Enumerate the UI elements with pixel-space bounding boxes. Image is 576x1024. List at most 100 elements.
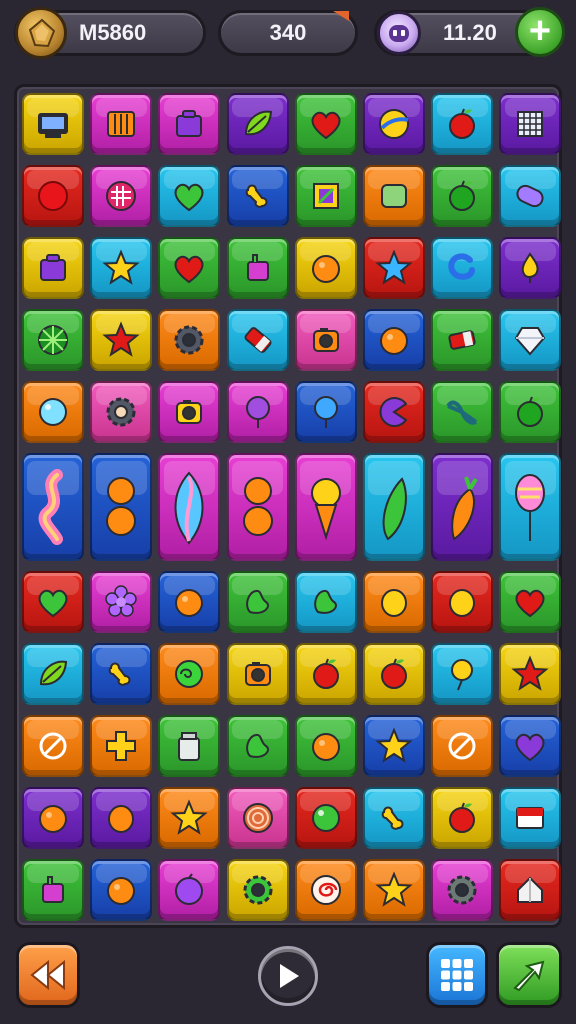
tile-bag[interactable] bbox=[226, 237, 289, 299]
tile-eraser[interactable] bbox=[226, 309, 289, 371]
tile-house[interactable] bbox=[499, 859, 562, 921]
play-button[interactable] bbox=[258, 946, 318, 1006]
tile-carrot[interactable] bbox=[431, 453, 494, 561]
tile-bone[interactable] bbox=[90, 643, 153, 705]
tile-box[interactable] bbox=[158, 93, 221, 155]
tile-apple[interactable] bbox=[294, 643, 357, 705]
tile-gem[interactable] bbox=[499, 309, 562, 371]
tile-leaf-tall[interactable] bbox=[158, 453, 221, 561]
tile-bubble[interactable] bbox=[294, 787, 357, 849]
tile-apple[interactable] bbox=[363, 643, 425, 705]
orange-icon bbox=[311, 733, 340, 761]
tile-apple[interactable] bbox=[431, 165, 494, 227]
next-button[interactable] bbox=[496, 942, 562, 1008]
tile-orange[interactable] bbox=[22, 787, 84, 849]
tile-star[interactable] bbox=[363, 859, 425, 921]
bone-icon bbox=[108, 662, 131, 686]
tile-heart[interactable] bbox=[499, 715, 562, 777]
tile-lemon[interactable] bbox=[363, 571, 425, 633]
tile-star[interactable] bbox=[90, 237, 153, 299]
heart-icon bbox=[174, 183, 204, 212]
tile-heart[interactable] bbox=[158, 237, 221, 299]
crate-icon bbox=[107, 111, 136, 137]
tile-orange[interactable] bbox=[363, 309, 425, 371]
tile-forbidden[interactable] bbox=[431, 715, 494, 777]
grid-button[interactable] bbox=[426, 942, 488, 1008]
tile-bone[interactable] bbox=[363, 787, 425, 849]
tile-gear[interactable] bbox=[226, 859, 289, 921]
back-button[interactable] bbox=[16, 942, 80, 1008]
tile-pill[interactable] bbox=[499, 165, 562, 227]
tile-square[interactable] bbox=[363, 165, 425, 227]
tile-plum[interactable] bbox=[158, 859, 221, 921]
tile-heart[interactable] bbox=[294, 93, 357, 155]
apple-icon bbox=[517, 396, 544, 427]
star-icon bbox=[170, 799, 209, 835]
tile-bean[interactable] bbox=[363, 453, 425, 561]
tile-ball[interactable] bbox=[363, 93, 425, 155]
tile-gourd[interactable] bbox=[90, 453, 153, 561]
tile-hook[interactable] bbox=[431, 237, 494, 299]
tile-cone[interactable] bbox=[499, 453, 562, 561]
tile-orange[interactable] bbox=[90, 859, 153, 921]
tile-camera[interactable] bbox=[226, 643, 289, 705]
tile-bubble[interactable] bbox=[22, 381, 84, 443]
tile-bow[interactable] bbox=[431, 381, 494, 443]
tile-target[interactable] bbox=[226, 787, 289, 849]
tile-gear[interactable] bbox=[90, 381, 153, 443]
tile-monitor[interactable] bbox=[22, 93, 84, 155]
play-icon bbox=[280, 964, 299, 988]
tile-star[interactable] bbox=[363, 715, 425, 777]
tile-gourd[interactable] bbox=[226, 453, 289, 561]
tile-coil[interactable] bbox=[158, 643, 221, 705]
tile-orange[interactable] bbox=[294, 715, 357, 777]
tile-jar[interactable] bbox=[158, 715, 221, 777]
tile-heart[interactable] bbox=[158, 165, 221, 227]
tile-balloon[interactable] bbox=[294, 381, 357, 443]
tile-swirl[interactable] bbox=[90, 165, 153, 227]
tile-grid[interactable] bbox=[499, 93, 562, 155]
tile-star[interactable] bbox=[90, 309, 153, 371]
tile-camera[interactable] bbox=[294, 309, 357, 371]
tile-card[interactable] bbox=[499, 787, 562, 849]
tile-pacman[interactable] bbox=[363, 381, 425, 443]
tile-icecream[interactable] bbox=[294, 453, 357, 561]
tile-heart[interactable] bbox=[499, 571, 562, 633]
tile-apple[interactable] bbox=[431, 93, 494, 155]
tile-gear[interactable] bbox=[158, 309, 221, 371]
tile-bean[interactable] bbox=[294, 571, 357, 633]
tile-drop[interactable] bbox=[499, 237, 562, 299]
tile-leaf[interactable] bbox=[226, 93, 289, 155]
tile-camera[interactable] bbox=[158, 381, 221, 443]
tile-star[interactable] bbox=[158, 787, 221, 849]
tile-orange[interactable] bbox=[158, 571, 221, 633]
tile-lollipop[interactable] bbox=[431, 643, 494, 705]
tile-bean[interactable] bbox=[226, 571, 289, 633]
add-currency-button[interactable]: + bbox=[515, 7, 565, 57]
tile-wheel[interactable] bbox=[22, 309, 84, 371]
tile-orange[interactable] bbox=[294, 237, 357, 299]
tile-lemon[interactable] bbox=[90, 787, 153, 849]
tile-lemon[interactable] bbox=[431, 571, 494, 633]
tile-bone[interactable] bbox=[226, 165, 289, 227]
tile-apple[interactable] bbox=[431, 787, 494, 849]
tile-box[interactable] bbox=[22, 237, 84, 299]
tile-spiral[interactable] bbox=[294, 859, 357, 921]
tile-circle[interactable] bbox=[22, 165, 84, 227]
tile-apple[interactable] bbox=[499, 381, 562, 443]
tile-star[interactable] bbox=[499, 643, 562, 705]
tile-leaf[interactable] bbox=[22, 643, 84, 705]
tile-frame[interactable] bbox=[294, 165, 357, 227]
tile-flower[interactable] bbox=[90, 571, 153, 633]
tile-star[interactable] bbox=[363, 237, 425, 299]
tile-bean[interactable] bbox=[226, 715, 289, 777]
tile-gear[interactable] bbox=[431, 859, 494, 921]
tile-forbidden[interactable] bbox=[22, 715, 84, 777]
tile-crate[interactable] bbox=[90, 93, 153, 155]
tile-heart[interactable] bbox=[22, 571, 84, 633]
tile-cross[interactable] bbox=[90, 715, 153, 777]
tile-swirl-tall[interactable] bbox=[22, 453, 84, 561]
tile-balloon[interactable] bbox=[226, 381, 289, 443]
tile-bag[interactable] bbox=[22, 859, 84, 921]
tile-eraser[interactable] bbox=[431, 309, 494, 371]
